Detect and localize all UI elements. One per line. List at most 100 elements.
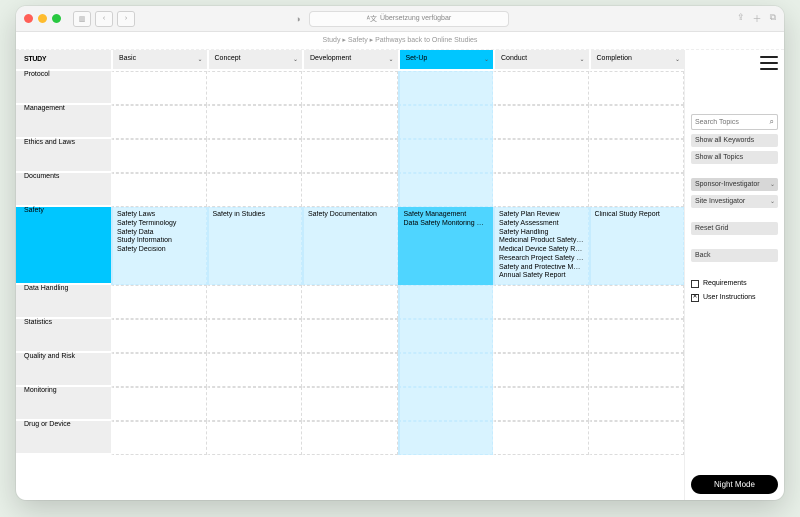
topic-link[interactable]: Safety Decision [117, 246, 202, 255]
cell[interactable] [493, 71, 589, 105]
topic-link[interactable]: Medical Device Safety Reporting [499, 246, 584, 255]
row-header-safety[interactable]: Safety [16, 207, 111, 285]
cell[interactable] [398, 285, 494, 319]
cell[interactable] [493, 421, 589, 455]
cell[interactable] [398, 387, 494, 421]
cell[interactable] [398, 105, 494, 139]
row-header-monitoring[interactable]: Monitoring [16, 387, 111, 421]
topic-link[interactable]: Safety Laws [117, 211, 202, 220]
topic-link[interactable]: Annual Safety Report [499, 272, 584, 281]
cell[interactable] [398, 139, 494, 173]
column-header-completion[interactable]: Completion⌄ [589, 50, 685, 71]
back-button[interactable]: Back [691, 249, 778, 262]
share-icon[interactable]: ⇪ [737, 12, 745, 25]
tabs-overview-icon[interactable]: ⧉ [770, 12, 776, 25]
topic-link[interactable]: Medicinal Product Safety Reporting [499, 237, 584, 246]
cell[interactable] [589, 421, 685, 455]
topic-link[interactable]: Safety Plan Review [499, 211, 584, 220]
row-header-quality-and-risk[interactable]: Quality and Risk [16, 353, 111, 387]
night-mode-button[interactable]: Night Mode [691, 475, 778, 494]
row-header-data-handling[interactable]: Data Handling [16, 285, 111, 319]
cell[interactable] [493, 387, 589, 421]
cell[interactable] [493, 319, 589, 353]
cell[interactable] [302, 105, 398, 139]
cell[interactable] [207, 387, 303, 421]
column-header-concept[interactable]: Concept⌄ [207, 50, 303, 71]
topic-link[interactable]: Study Information [117, 237, 202, 246]
user-instructions-checkbox[interactable]: User Instructions [691, 294, 778, 302]
column-header-basic[interactable]: Basic⌄ [111, 50, 207, 71]
cell[interactable] [302, 421, 398, 455]
address-bar[interactable]: ᴬ文 Übersetzung verfügbar [309, 11, 509, 27]
cell[interactable] [398, 173, 494, 207]
topic-link[interactable]: Safety Documentation [308, 211, 393, 220]
cell[interactable] [207, 139, 303, 173]
cell[interactable] [207, 285, 303, 319]
cell[interactable] [398, 421, 494, 455]
cell[interactable] [589, 319, 685, 353]
topic-link[interactable]: Safety Assessment [499, 220, 584, 229]
cell[interactable] [111, 285, 207, 319]
cell[interactable] [589, 285, 685, 319]
search-input[interactable] [695, 119, 770, 126]
cell[interactable] [589, 173, 685, 207]
cell[interactable] [302, 139, 398, 173]
close-window-icon[interactable] [24, 14, 33, 23]
column-header-development[interactable]: Development⌄ [302, 50, 398, 71]
cell[interactable] [589, 105, 685, 139]
cell[interactable]: Safety Plan ReviewSafety AssessmentSafet… [493, 207, 589, 285]
cell[interactable] [111, 319, 207, 353]
cell[interactable] [207, 421, 303, 455]
cell[interactable] [302, 173, 398, 207]
menu-icon[interactable] [760, 56, 778, 70]
topic-link[interactable]: Data Safety Monitoring Board [404, 220, 489, 229]
cell[interactable] [398, 71, 494, 105]
cell[interactable] [302, 319, 398, 353]
topic-link[interactable]: Safety in Studies [213, 211, 298, 220]
row-header-ethics-and-laws[interactable]: Ethics and Laws [16, 139, 111, 173]
cell[interactable] [302, 285, 398, 319]
cell[interactable] [207, 71, 303, 105]
cell[interactable] [398, 353, 494, 387]
cell[interactable] [302, 353, 398, 387]
cell[interactable] [493, 353, 589, 387]
topic-link[interactable]: Clinical Study Report [595, 211, 680, 220]
row-header-drug-or-device[interactable]: Drug or Device [16, 421, 111, 455]
nav-back-button[interactable]: ‹ [95, 11, 113, 27]
new-tab-icon[interactable]: ＋ [753, 12, 762, 25]
row-header-protocol[interactable]: Protocol [16, 71, 111, 105]
cell[interactable] [111, 71, 207, 105]
minimize-window-icon[interactable] [38, 14, 47, 23]
cell[interactable] [493, 173, 589, 207]
privacy-shield-icon[interactable]: ◑ [291, 12, 305, 26]
cell[interactable] [302, 71, 398, 105]
cell[interactable] [111, 105, 207, 139]
topic-link[interactable]: Safety and Protective Measures [499, 264, 584, 273]
cell[interactable] [398, 319, 494, 353]
search-box[interactable]: ⌕ [691, 114, 778, 130]
cell[interactable] [589, 71, 685, 105]
topic-link[interactable]: Research Project Safety Reporting [499, 255, 584, 264]
cell[interactable] [589, 139, 685, 173]
cell[interactable] [207, 353, 303, 387]
topic-link[interactable]: Safety Management [404, 211, 489, 220]
cell[interactable]: Safety Documentation [302, 207, 398, 285]
row-header-statistics[interactable]: Statistics [16, 319, 111, 353]
cell[interactable]: Safety in Studies [207, 207, 303, 285]
cell[interactable] [589, 353, 685, 387]
cell[interactable]: Safety LawsSafety TerminologySafety Data… [111, 207, 207, 285]
cell[interactable] [493, 285, 589, 319]
cell[interactable] [302, 387, 398, 421]
matrix-grid[interactable]: STUDY Basic⌄Concept⌄Development⌄Set-Up⌄C… [16, 50, 684, 500]
topic-link[interactable]: Safety Handling [499, 229, 584, 238]
column-header-set-up[interactable]: Set-Up⌄ [398, 50, 494, 71]
cell[interactable] [207, 173, 303, 207]
cell[interactable]: Clinical Study Report [589, 207, 685, 285]
nav-forward-button[interactable]: › [117, 11, 135, 27]
row-header-documents[interactable]: Documents [16, 173, 111, 207]
row-header-management[interactable]: Management [16, 105, 111, 139]
cell[interactable] [111, 421, 207, 455]
cell[interactable]: Safety ManagementData Safety Monitoring … [398, 207, 494, 285]
role-sponsor-investigator-button[interactable]: Sponsor-Investigator ⌄ [691, 178, 778, 191]
topic-link[interactable]: Safety Data [117, 229, 202, 238]
